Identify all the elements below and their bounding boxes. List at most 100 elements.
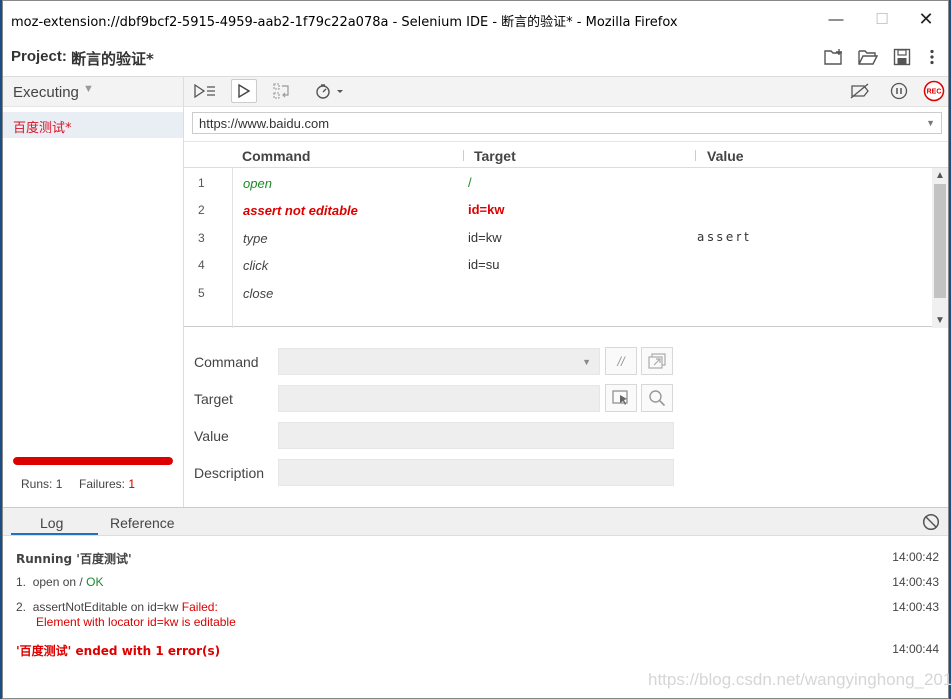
step-over-icon[interactable]	[269, 79, 295, 103]
test-editor-panel: REC https://www.baidu.com ▼ Command Targ…	[184, 77, 948, 507]
more-menu-icon[interactable]	[921, 46, 943, 68]
suite-name: 百度测试*	[13, 121, 72, 136]
search-icon[interactable]	[641, 384, 673, 412]
scroll-down-icon[interactable]: ▼	[935, 315, 945, 326]
pause-icon[interactable]	[886, 79, 912, 103]
description-field-label: Description	[194, 465, 265, 481]
open-project-icon[interactable]	[857, 46, 879, 68]
log-entry: 2. assertNotEditable on id=kw Failed:	[16, 600, 218, 614]
save-icon[interactable]	[891, 46, 913, 68]
log-time: 14:00:44	[892, 642, 939, 656]
sidebar-item-suite[interactable]: 百度测试*	[3, 112, 183, 138]
title-bar: moz-extension://dbf9bcf2-5915-4959-aab2-…	[3, 1, 948, 37]
runs-count: Runs: 1	[21, 477, 62, 491]
table-row[interactable]: 4 click id=su	[184, 251, 932, 278]
command-table-header: Command Target Value	[184, 142, 948, 168]
log-entry-status: OK	[86, 575, 104, 589]
table-row[interactable]: 3 type id=kw assert	[184, 224, 932, 251]
target-input[interactable]	[278, 385, 600, 412]
table-scrollbar[interactable]: ▲ ▼	[932, 168, 948, 328]
table-row[interactable]: 2 assert not editable id=kw	[184, 196, 932, 223]
log-entry-text: assertNotEditable on id=kw	[32, 600, 179, 614]
disable-breakpoints-icon[interactable]	[847, 79, 873, 103]
row-command: assert not editable	[243, 203, 358, 218]
log-entry-detail: Element with locator id=kw is editable	[36, 615, 236, 629]
comment-toggle-button[interactable]: //	[605, 347, 637, 375]
header-target: Target	[474, 148, 516, 164]
project-name[interactable]: 断言的验证*	[71, 48, 154, 69]
command-select[interactable]: ▼	[278, 348, 600, 375]
log-entry-status: Failed:	[181, 600, 218, 614]
row-number: 5	[198, 286, 205, 300]
scroll-up-icon[interactable]: ▲	[935, 170, 945, 181]
row-number: 4	[198, 258, 205, 272]
log-tabs: Log Reference	[3, 508, 948, 536]
mode-label: Executing	[13, 84, 79, 101]
log-time: 14:00:43	[892, 600, 939, 614]
table-row[interactable]: 5 close	[184, 279, 932, 306]
row-number: 3	[198, 231, 205, 245]
value-field-label: Value	[194, 428, 229, 444]
comment-toggle-label: //	[617, 353, 625, 369]
mode-dropdown[interactable]: Executing ▼	[3, 77, 183, 107]
log-entry-number: 1.	[16, 575, 27, 589]
value-input[interactable]	[278, 422, 674, 449]
scroll-thumb[interactable]	[934, 184, 946, 298]
project-label: Project:	[11, 48, 67, 65]
window-title: moz-extension://dbf9bcf2-5915-4959-aab2-…	[11, 15, 678, 30]
row-command: click	[243, 258, 269, 273]
speed-icon[interactable]	[312, 79, 348, 103]
run-progress-bar	[13, 457, 173, 465]
tab-reference[interactable]: Reference	[110, 515, 175, 531]
failures-label: Failures:	[79, 477, 126, 491]
log-entry-number: 2.	[16, 600, 27, 614]
project-bar: Project: 断言的验证*	[3, 37, 948, 77]
row-number: 1	[198, 176, 205, 190]
row-command: type	[243, 231, 268, 246]
record-label: REC	[927, 89, 942, 96]
run-current-test-icon[interactable]	[231, 79, 257, 103]
row-target: id=kw	[468, 202, 505, 217]
row-value: assert	[697, 230, 752, 244]
run-toolbar: REC	[184, 77, 948, 107]
active-tab-indicator	[11, 533, 98, 535]
log-entry-text: open on	[32, 575, 77, 589]
firefox-window: moz-extension://dbf9bcf2-5915-4959-aab2-…	[2, 0, 949, 699]
command-table: Command Target Value 1 open / 2 assert n…	[184, 141, 948, 328]
log-ended: '百度测试' ended with 1 error(s)	[16, 644, 221, 658]
open-reference-icon[interactable]	[641, 347, 673, 375]
column-divider	[695, 150, 696, 161]
watermark-text: https://blog.csdn.net/wangyinghong_2013	[648, 670, 951, 689]
runs-label: Runs:	[21, 477, 53, 491]
description-input[interactable]	[278, 459, 674, 486]
run-progress-fill	[13, 457, 173, 465]
row-target: id=kw	[468, 230, 502, 245]
chevron-down-icon: ▼	[926, 118, 935, 128]
run-all-tests-icon[interactable]	[192, 79, 218, 103]
maximize-icon[interactable]: ☐	[867, 7, 897, 31]
row-number: 2	[198, 203, 205, 217]
minimize-icon[interactable]: —	[821, 7, 851, 31]
tab-log[interactable]: Log	[40, 515, 63, 531]
table-row[interactable]: 1 open /	[184, 169, 932, 196]
log-running: Running '百度测试'	[16, 552, 132, 566]
row-target: /	[468, 175, 472, 190]
base-url-value: https://www.baidu.com	[199, 116, 330, 131]
record-icon[interactable]: REC	[921, 79, 947, 103]
header-value: Value	[707, 148, 744, 164]
row-command: close	[243, 286, 274, 301]
close-icon[interactable]: ✕	[911, 7, 941, 31]
base-url-select[interactable]: https://www.baidu.com ▼	[192, 112, 942, 134]
select-target-icon[interactable]	[605, 384, 637, 412]
clear-log-icon[interactable]	[922, 513, 940, 531]
header-command: Command	[242, 148, 311, 164]
target-field-label: Target	[194, 391, 233, 407]
new-project-icon[interactable]	[823, 46, 845, 68]
log-time: 14:00:43	[892, 575, 939, 589]
chevron-down-icon: ▼	[582, 357, 591, 367]
chevron-down-icon: ▼	[83, 83, 94, 95]
column-divider	[463, 150, 464, 161]
log-entry: 1. open on / OK	[16, 575, 103, 589]
command-editor: Command ▼ // Target Value Description	[184, 327, 948, 507]
log-time: 14:00:42	[892, 550, 939, 564]
